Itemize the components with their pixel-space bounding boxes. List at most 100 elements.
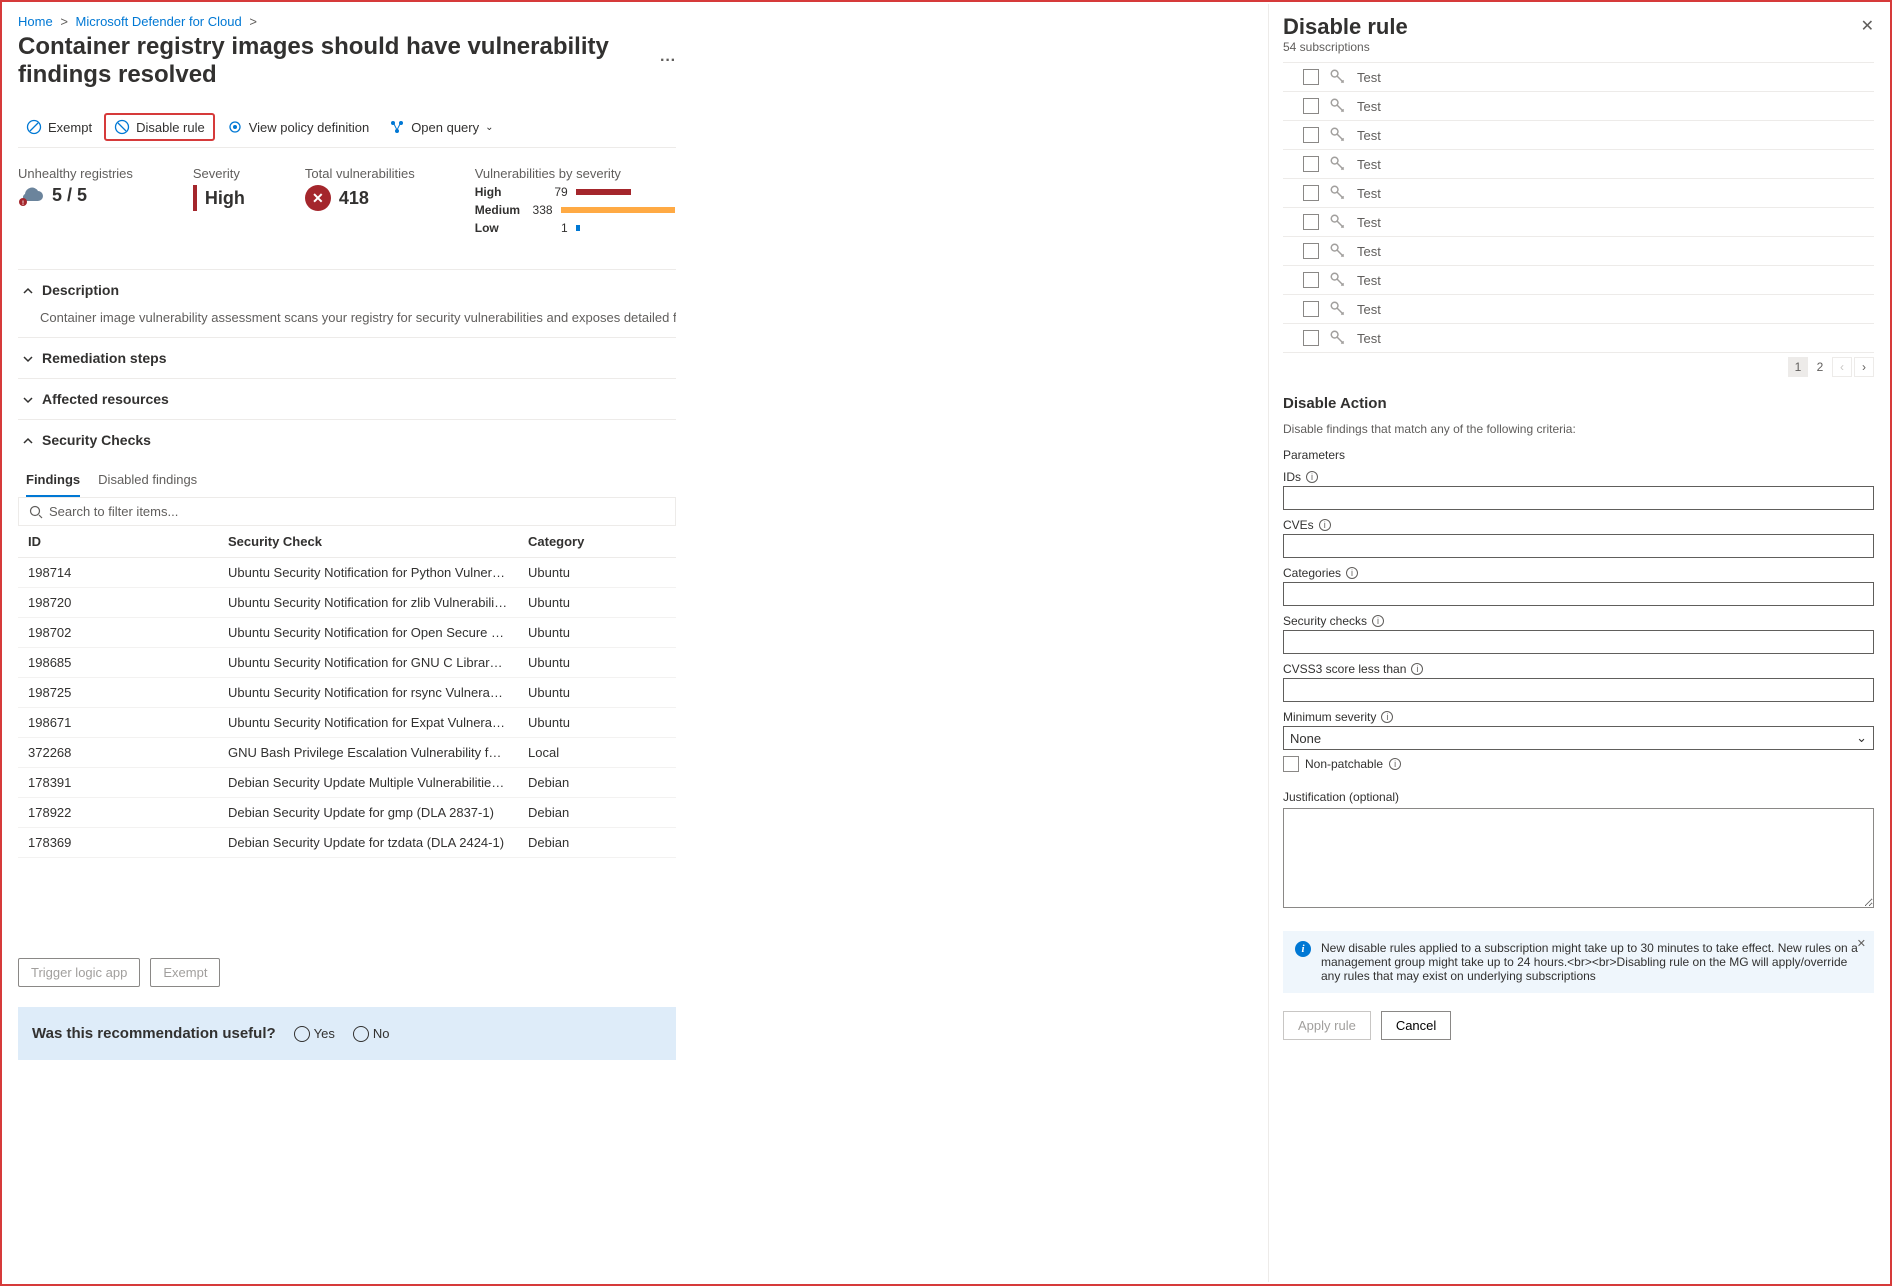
non-patchable-checkbox[interactable]: Non-patchablei [1283, 756, 1874, 772]
cell-id: 198671 [18, 708, 218, 738]
security-checks-input[interactable] [1283, 630, 1874, 654]
table-row[interactable]: 198671Ubuntu Security Notification for E… [18, 708, 676, 738]
feedback-no[interactable]: No [353, 1026, 390, 1042]
checkbox-icon[interactable] [1303, 243, 1319, 259]
subscription-row[interactable]: Test [1283, 324, 1874, 353]
close-icon[interactable]: ✕ [1857, 937, 1866, 950]
feedback-yes[interactable]: Yes [294, 1026, 335, 1042]
subscription-row[interactable]: Test [1283, 150, 1874, 179]
subscription-row[interactable]: Test [1283, 295, 1874, 324]
exempt-button-bottom[interactable]: Exempt [150, 958, 220, 987]
cell-id: 198702 [18, 618, 218, 648]
table-row[interactable]: 198725Ubuntu Security Notification for r… [18, 678, 676, 708]
breadcrumb-home[interactable]: Home [18, 14, 53, 29]
feedback-yes-label: Yes [314, 1026, 335, 1041]
breadcrumb: Home > Microsoft Defender for Cloud > [18, 12, 676, 31]
page-1[interactable]: 1 [1788, 357, 1808, 377]
view-policy-button[interactable]: View policy definition [219, 113, 377, 141]
subscription-row[interactable]: Test [1283, 237, 1874, 266]
open-query-button[interactable]: Open query ⌄ [381, 113, 501, 141]
radio-icon [353, 1026, 369, 1042]
table-row[interactable]: 178391Debian Security Update Multiple Vu… [18, 768, 676, 798]
checkbox-icon[interactable] [1303, 301, 1319, 317]
checkbox-icon[interactable] [1303, 214, 1319, 230]
ids-input[interactable] [1283, 486, 1874, 510]
sev-high-count: 79 [538, 185, 568, 199]
view-policy-label: View policy definition [249, 120, 369, 135]
table-row[interactable]: 178922Debian Security Update for gmp (DL… [18, 798, 676, 828]
checkbox-icon[interactable] [1303, 127, 1319, 143]
section-description-header[interactable]: Description [18, 270, 676, 310]
page-next-icon[interactable]: › [1854, 357, 1874, 377]
cvss-input[interactable] [1283, 678, 1874, 702]
key-icon [1329, 242, 1347, 260]
table-row[interactable]: 198714Ubuntu Security Notification for P… [18, 558, 676, 588]
section-affected-header[interactable]: Affected resources [18, 379, 676, 419]
info-icon[interactable]: i [1306, 471, 1318, 483]
subscription-name: Test [1357, 128, 1381, 143]
section-checks-header[interactable]: Security Checks [18, 420, 676, 460]
col-id[interactable]: ID [18, 526, 218, 558]
min-severity-select[interactable]: None⌄ [1283, 726, 1874, 750]
cell-category: Debian [518, 798, 676, 828]
checkbox-icon[interactable] [1303, 69, 1319, 85]
cancel-button[interactable]: Cancel [1381, 1011, 1451, 1040]
more-icon[interactable]: ··· [660, 52, 676, 70]
table-row[interactable]: 372268GNU Bash Privilege Escalation Vuln… [18, 738, 676, 768]
search-input[interactable]: Search to filter items... [18, 498, 676, 526]
table-row[interactable]: 198702Ubuntu Security Notification for O… [18, 618, 676, 648]
info-icon[interactable]: i [1389, 758, 1401, 770]
subscription-name: Test [1357, 244, 1381, 259]
disable-rule-button[interactable]: Disable rule [104, 113, 215, 141]
subscription-row[interactable]: Test [1283, 121, 1874, 150]
checkbox-icon[interactable] [1303, 156, 1319, 172]
info-icon[interactable]: i [1372, 615, 1384, 627]
page-prev-icon[interactable]: ‹ [1832, 357, 1852, 377]
subscription-name: Test [1357, 302, 1381, 317]
table-row[interactable]: 178369Debian Security Update for tzdata … [18, 828, 676, 858]
cell-id: 198714 [18, 558, 218, 588]
cell-id: 178391 [18, 768, 218, 798]
section-title: Affected resources [42, 391, 169, 407]
sev-high-bar [576, 189, 631, 195]
stat-label: Severity [193, 166, 245, 181]
checkbox-icon[interactable] [1303, 185, 1319, 201]
subscription-list: TestTestTestTestTestTestTestTestTestTest [1283, 62, 1874, 353]
info-icon[interactable]: i [1411, 663, 1423, 675]
disable-action-desc: Disable findings that match any of the f… [1283, 422, 1874, 436]
subscription-row[interactable]: Test [1283, 266, 1874, 295]
table-row[interactable]: 198720Ubuntu Security Notification for z… [18, 588, 676, 618]
checkbox-icon[interactable] [1303, 330, 1319, 346]
breadcrumb-defender[interactable]: Microsoft Defender for Cloud [76, 14, 242, 29]
x-circle-icon: ✕ [305, 185, 331, 211]
apply-rule-button[interactable]: Apply rule [1283, 1011, 1371, 1040]
info-icon[interactable]: i [1319, 519, 1331, 531]
col-category[interactable]: Category [518, 526, 676, 558]
cell-id: 372268 [18, 738, 218, 768]
subscription-row[interactable]: Test [1283, 92, 1874, 121]
disable-rule-panel: ✕ Disable rule 54 subscriptions TestTest… [1268, 4, 1888, 1282]
checkbox-icon[interactable] [1303, 272, 1319, 288]
trigger-logic-app-button[interactable]: Trigger logic app [18, 958, 140, 987]
col-check[interactable]: Security Check [218, 526, 518, 558]
subscription-row[interactable]: Test [1283, 208, 1874, 237]
close-icon[interactable]: ✕ [1861, 16, 1874, 36]
section-title: Security Checks [42, 432, 151, 448]
exempt-button[interactable]: Exempt [18, 113, 100, 141]
cell-category: Ubuntu [518, 648, 676, 678]
categories-input[interactable] [1283, 582, 1874, 606]
subscription-row[interactable]: Test [1283, 179, 1874, 208]
tab-disabled-findings[interactable]: Disabled findings [98, 464, 197, 497]
page-2[interactable]: 2 [1810, 357, 1830, 377]
section-remediation-header[interactable]: Remediation steps [18, 338, 676, 378]
table-row[interactable]: 198685Ubuntu Security Notification for G… [18, 648, 676, 678]
justification-textarea[interactable] [1283, 808, 1874, 908]
cves-input[interactable] [1283, 534, 1874, 558]
subscription-row[interactable]: Test [1283, 63, 1874, 92]
cell-category: Debian [518, 768, 676, 798]
tab-findings[interactable]: Findings [26, 464, 80, 497]
stat-severity: Severity High [193, 166, 245, 239]
checkbox-icon[interactable] [1303, 98, 1319, 114]
info-icon[interactable]: i [1381, 711, 1393, 723]
info-icon[interactable]: i [1346, 567, 1358, 579]
